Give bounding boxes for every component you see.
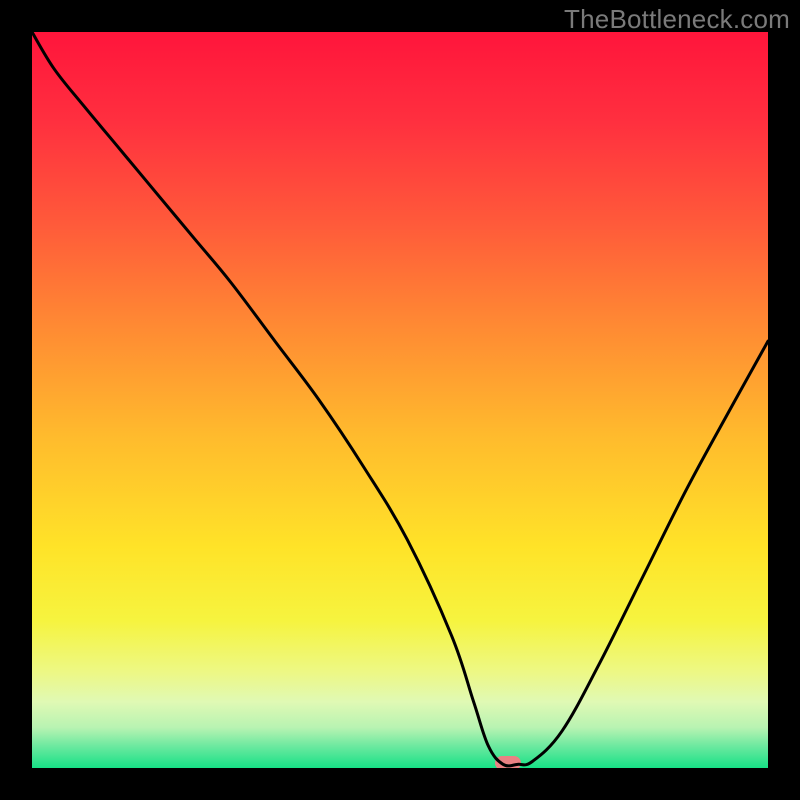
plot-area — [32, 32, 768, 768]
bottleneck-curve — [32, 32, 768, 768]
watermark-text: TheBottleneck.com — [564, 4, 790, 35]
chart-frame: TheBottleneck.com — [0, 0, 800, 800]
